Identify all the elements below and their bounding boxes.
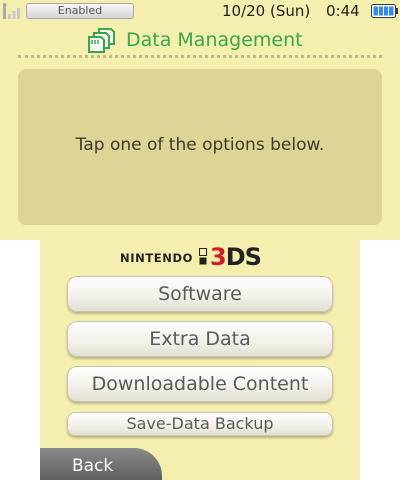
header-divider [18, 55, 382, 58]
top-screen: Enabled 10/20 (Sun) 0:44 Data Management… [0, 0, 400, 240]
downloadable-content-button[interactable]: Downloadable Content [67, 366, 333, 402]
logo-brand-text: NINTENDO [120, 251, 193, 265]
message-panel: Tap one of the options below. [18, 69, 382, 225]
nintendo-3ds-logo: NINTENDO 3DS [120, 243, 280, 271]
sd-cards-icon [88, 28, 115, 53]
wifi-status-badge: Enabled [26, 3, 134, 19]
battery-icon [371, 4, 398, 18]
extra-data-button[interactable]: Extra Data [67, 321, 333, 357]
instruction-text: Tap one of the options below. [75, 135, 325, 155]
date-display: 10/20 (Sun) [222, 2, 311, 20]
title-row: Data Management [0, 24, 400, 56]
status-bar: Enabled 10/20 (Sun) 0:44 [0, 0, 400, 22]
signal-bars-icon [3, 3, 20, 19]
back-button[interactable]: Back [40, 448, 162, 480]
logo-3ds-text: 3DS [210, 243, 262, 271]
software-button[interactable]: Software [67, 276, 333, 312]
logo-squares-icon [199, 248, 207, 265]
page-title: Data Management [126, 29, 303, 51]
bottom-screen: NINTENDO 3DS Software Extra Data Downloa… [40, 240, 360, 480]
clock-display: 0:44 [326, 2, 360, 20]
save-data-backup-button[interactable]: Save-Data Backup [67, 412, 333, 436]
